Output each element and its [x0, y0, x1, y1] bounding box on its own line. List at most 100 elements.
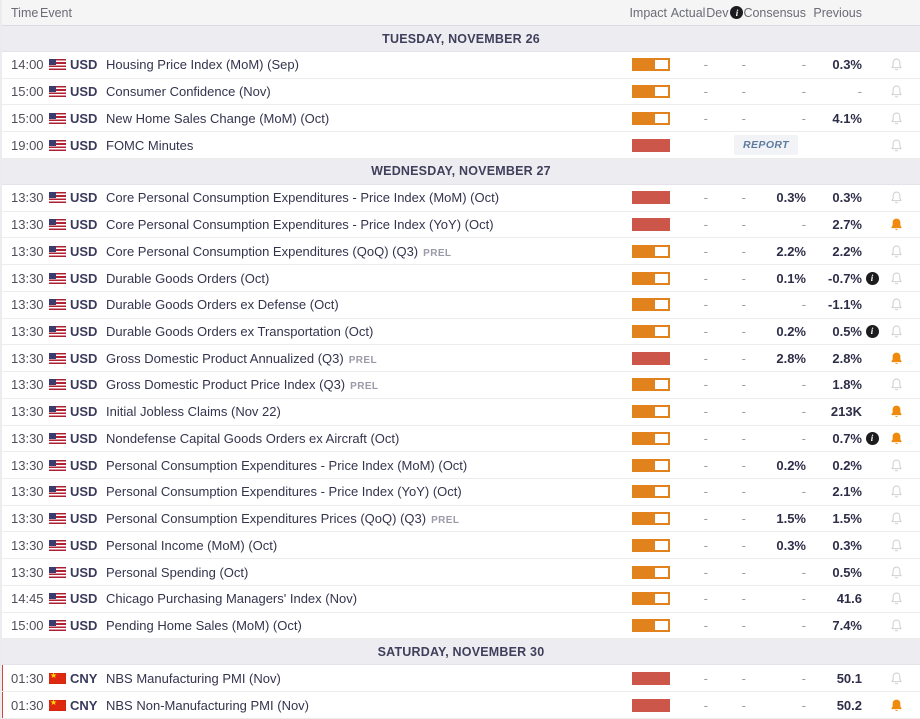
us-flag-icon — [49, 593, 66, 604]
event-time: 14:45 — [2, 591, 49, 606]
info-icon[interactable]: i — [866, 325, 879, 338]
us-flag-icon — [49, 620, 66, 631]
bell-icon[interactable] — [880, 698, 920, 713]
event-row[interactable]: 13:30USDGross Domestic Product Annualize… — [2, 345, 920, 372]
deviation-value: - — [708, 484, 746, 499]
currency-code: USD — [70, 618, 106, 633]
event-row[interactable]: 13:30USDDurable Goods Orders ex Defense … — [2, 292, 920, 319]
bell-icon[interactable] — [880, 271, 920, 286]
impact-cell — [612, 58, 670, 71]
bell-icon[interactable] — [880, 190, 920, 205]
bell-icon[interactable] — [880, 377, 920, 392]
actual-value: - — [670, 698, 708, 713]
impact-bar-high — [632, 218, 670, 231]
info-icon[interactable]: i — [866, 272, 879, 285]
impact-cell — [612, 85, 670, 98]
bell-icon[interactable] — [880, 297, 920, 312]
event-name: Consumer Confidence (Nov) — [106, 84, 612, 99]
event-row[interactable]: 13:30USDPersonal Spending (Oct)---0.5% — [2, 559, 920, 586]
currency-code: USD — [70, 404, 106, 419]
event-row[interactable]: 01:30CNYNBS Manufacturing PMI (Nov)---50… — [2, 665, 920, 692]
currency-code: USD — [70, 57, 106, 72]
bell-icon[interactable] — [880, 618, 920, 633]
consensus-value: 0.1% — [746, 271, 806, 286]
flag-cell — [49, 486, 70, 497]
bell-icon[interactable] — [880, 84, 920, 99]
currency-code: USD — [70, 217, 106, 232]
bell-icon[interactable] — [880, 217, 920, 232]
bell-icon[interactable] — [880, 671, 920, 686]
currency-code: USD — [70, 538, 106, 553]
event-row[interactable]: 15:00USDNew Home Sales Change (MoM) (Oct… — [2, 105, 920, 132]
impact-bar-medium — [632, 619, 670, 632]
bell-icon[interactable] — [880, 57, 920, 72]
us-flag-icon — [49, 379, 66, 390]
event-name: Initial Jobless Claims (Nov 22) — [106, 404, 612, 419]
event-row[interactable]: 13:30USDCore Personal Consumption Expend… — [2, 212, 920, 239]
flag-cell — [49, 567, 70, 578]
bell-icon[interactable] — [880, 324, 920, 339]
event-row[interactable]: 13:30USDDurable Goods Orders ex Transpor… — [2, 319, 920, 346]
event-row[interactable]: 13:30USDInitial Jobless Claims (Nov 22)-… — [2, 399, 920, 426]
event-time: 13:30 — [2, 538, 49, 553]
consensus-value: - — [746, 671, 806, 686]
event-row[interactable]: 13:30USDCore Personal Consumption Expend… — [2, 238, 920, 265]
event-row[interactable]: 13:30USDNondefense Capital Goods Orders … — [2, 426, 920, 453]
info-icon[interactable]: i — [866, 432, 879, 445]
actual-value: - — [670, 538, 708, 553]
consensus-value: 2.2% — [746, 244, 806, 259]
event-time: 01:30 — [2, 671, 49, 686]
actual-value: - — [670, 618, 708, 633]
bell-icon[interactable] — [880, 484, 920, 499]
bell-icon[interactable] — [880, 431, 920, 446]
bell-icon[interactable] — [880, 111, 920, 126]
bell-icon[interactable] — [880, 565, 920, 580]
event-row[interactable]: 15:00USDPending Home Sales (MoM) (Oct)--… — [2, 613, 920, 640]
event-row[interactable]: 01:30CNYNBS Non-Manufacturing PMI (Nov)-… — [2, 692, 920, 719]
bell-icon[interactable] — [880, 244, 920, 259]
impact-bar-high — [632, 191, 670, 204]
event-row[interactable]: 13:30USDPersonal Consumption Expenditure… — [2, 452, 920, 479]
event-time: 15:00 — [2, 84, 49, 99]
event-row[interactable]: 13:30USDCore Personal Consumption Expend… — [2, 185, 920, 212]
event-row[interactable]: 13:30USDGross Domestic Product Price Ind… — [2, 372, 920, 399]
impact-cell — [612, 405, 670, 418]
event-row[interactable]: 14:00USDHousing Price Index (MoM) (Sep)-… — [2, 52, 920, 79]
event-row[interactable]: 13:30USDPersonal Consumption Expenditure… — [2, 479, 920, 506]
bell-icon[interactable] — [880, 458, 920, 473]
impact-cell — [612, 592, 670, 605]
event-row[interactable]: 14:45USDChicago Purchasing Managers' Ind… — [2, 586, 920, 613]
event-time: 13:30 — [2, 351, 49, 366]
impact-bar-high — [632, 672, 670, 685]
deviation-value: - — [708, 377, 746, 392]
us-flag-icon — [49, 113, 66, 124]
previous-value: 0.7% — [806, 431, 862, 446]
event-row[interactable]: 13:30USDPersonal Income (MoM) (Oct)--0.3… — [2, 532, 920, 559]
bell-icon[interactable] — [880, 404, 920, 419]
prel-tag: PREL — [349, 355, 377, 366]
deviation-value: - — [708, 217, 746, 232]
event-name: Durable Goods Orders (Oct) — [106, 271, 612, 286]
info-icon[interactable]: i — [730, 6, 743, 19]
event-row[interactable]: 13:30USDPersonal Consumption Expenditure… — [2, 506, 920, 533]
event-row[interactable]: 15:00USDConsumer Confidence (Nov)---- — [2, 79, 920, 106]
event-row[interactable]: 19:00USDFOMC MinutesREPORT — [2, 132, 920, 159]
deviation-value: - — [708, 565, 746, 580]
bell-icon[interactable] — [880, 538, 920, 553]
event-row[interactable]: 13:30USDDurable Goods Orders (Oct)--0.1%… — [2, 265, 920, 292]
consensus-value: 0.3% — [746, 538, 806, 553]
impact-bar-medium — [632, 325, 670, 338]
bell-icon[interactable] — [880, 138, 920, 153]
event-name: NBS Manufacturing PMI (Nov) — [106, 671, 612, 686]
report-link[interactable]: REPORT — [734, 135, 798, 155]
event-name: Gross Domestic Product Price Index (Q3)P… — [106, 377, 612, 392]
consensus-value: 1.5% — [746, 511, 806, 526]
actual-value: - — [670, 351, 708, 366]
currency-code: USD — [70, 244, 106, 259]
actual-value: - — [670, 190, 708, 205]
actual-value: - — [670, 57, 708, 72]
event-name: Housing Price Index (MoM) (Sep) — [106, 57, 612, 72]
bell-icon[interactable] — [880, 351, 920, 366]
bell-icon[interactable] — [880, 591, 920, 606]
bell-icon[interactable] — [880, 511, 920, 526]
